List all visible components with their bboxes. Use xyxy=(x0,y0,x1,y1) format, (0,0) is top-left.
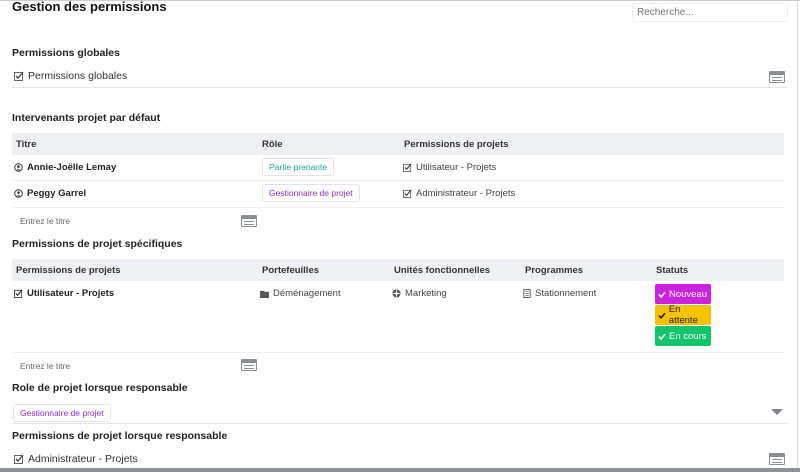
program-cell: Stationnement xyxy=(523,288,596,299)
divider xyxy=(12,87,788,88)
stakeholder-permission: Utilisateur - Projets xyxy=(403,162,496,173)
column-header-title: Titre xyxy=(16,139,37,150)
list-icon[interactable] xyxy=(769,453,785,465)
status-badge-pending[interactable]: En attente xyxy=(655,304,711,326)
column-header-portfolios: Portefeuilles xyxy=(262,265,320,276)
list-icon[interactable] xyxy=(241,359,257,371)
table-header xyxy=(12,133,784,155)
role-tag[interactable]: Gestionnaire de projet xyxy=(262,184,360,202)
responsible-role-heading: Role de projet lorsque responsable xyxy=(12,382,188,394)
check-icon xyxy=(658,312,666,319)
check-square-icon xyxy=(14,71,24,81)
specific-permissions-heading: Permissions de projet spécifiques xyxy=(12,238,183,250)
responsible-permissions-value: Administrateur - Projets xyxy=(14,453,138,465)
org-unit-icon xyxy=(392,289,401,298)
check-icon xyxy=(658,291,666,298)
stakeholder-name[interactable]: Annie-Joëlle Lemay xyxy=(14,162,116,173)
column-header-project-permissions: Permissions de projets xyxy=(16,265,121,276)
row-divider xyxy=(12,352,784,353)
global-permissions-label: Permissions globales xyxy=(28,70,128,82)
column-header-statuses: Statuts xyxy=(656,265,689,276)
right-border xyxy=(797,0,798,468)
responsible-role-tag[interactable]: Gestionnaire de projet xyxy=(13,404,111,422)
user-circle-icon xyxy=(14,163,23,172)
list-icon[interactable] xyxy=(769,71,785,83)
status-badge-in-progress[interactable]: En cours xyxy=(655,326,711,346)
row-divider xyxy=(12,207,784,208)
column-header-units: Unités fonctionnelles xyxy=(394,265,491,276)
search-input[interactable] xyxy=(632,3,788,22)
specific-permission[interactable]: Utilisateur - Projets xyxy=(14,288,114,299)
check-square-icon xyxy=(403,189,412,198)
list-icon[interactable] xyxy=(241,215,257,227)
page-title: Gestion des permissions xyxy=(12,0,167,14)
column-header-role: Rôle xyxy=(262,139,283,150)
role-tag[interactable]: Partie prenante xyxy=(262,158,335,176)
status-badge-new[interactable]: Nouveau xyxy=(655,284,711,304)
check-square-icon xyxy=(403,163,412,172)
portfolio-cell: Déménagement xyxy=(260,288,341,299)
global-permissions-value: Permissions globales xyxy=(14,70,127,82)
caret-down-icon[interactable] xyxy=(771,409,783,415)
unit-cell: Marketing xyxy=(392,288,447,299)
global-permissions-heading: Permissions globales xyxy=(12,47,120,59)
bottom-border xyxy=(0,468,800,472)
program-icon xyxy=(523,289,531,298)
check-square-icon xyxy=(14,289,23,298)
column-header-project-permissions: Permissions de projets xyxy=(404,139,509,150)
column-header-programs: Programmes xyxy=(525,265,584,276)
user-circle-icon xyxy=(14,189,23,198)
divider xyxy=(12,423,788,424)
title-input-placeholder[interactable]: Entrez le titre xyxy=(20,361,70,371)
stakeholder-name[interactable]: Peggy Garrel xyxy=(14,188,86,199)
row-divider xyxy=(12,180,784,181)
default-stakeholders-heading: Intervenants projet par défaut xyxy=(12,112,161,124)
folder-icon xyxy=(260,290,269,298)
title-input-placeholder[interactable]: Entrez le titre xyxy=(20,216,70,226)
responsible-permissions-label: Administrateur - Projets xyxy=(28,453,138,465)
responsible-permissions-heading: Permissions de projet lorsque responsabl… xyxy=(12,430,228,442)
stakeholder-permission: Administrateur - Projets xyxy=(403,188,515,199)
check-icon xyxy=(658,333,666,340)
check-square-icon xyxy=(14,454,24,464)
